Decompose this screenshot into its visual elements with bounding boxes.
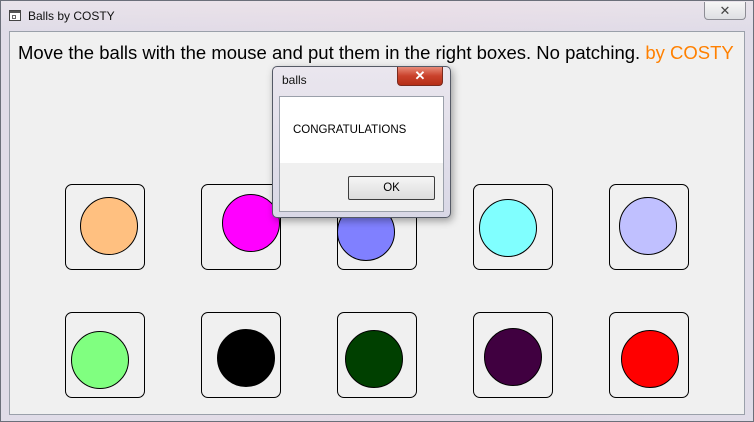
instructions-text: Move the balls with the mouse and put th…: [18, 42, 641, 63]
ball-lavender[interactable]: [619, 197, 677, 255]
dialog-message-area: CONGRATULATIONS: [280, 97, 443, 163]
window-close-button[interactable]: ✕: [704, 2, 746, 20]
ball-black[interactable]: [217, 329, 275, 387]
close-icon: ✕: [414, 68, 426, 83]
ball-cyan[interactable]: [479, 199, 537, 257]
dialog-title: balls: [282, 73, 307, 87]
app-window-icon: [9, 10, 21, 21]
author-credit: by COSTY: [645, 42, 734, 63]
dialog-message: CONGRATULATIONS: [293, 124, 407, 136]
ball-light-green[interactable]: [71, 331, 129, 389]
ball-orange[interactable]: [80, 197, 138, 255]
title-bar[interactable]: Balls by COSTY ✕: [1, 1, 753, 31]
ok-button[interactable]: OK: [348, 176, 435, 200]
dialog-body: CONGRATULATIONS OK: [279, 96, 444, 212]
ball-dark-purple[interactable]: [484, 328, 542, 386]
window-title: Balls by COSTY: [28, 9, 115, 23]
ball-dark-green[interactable]: [345, 330, 403, 388]
congratulations-dialog: balls ✕ CONGRATULATIONS OK: [272, 66, 451, 218]
ball-red[interactable]: [621, 330, 679, 388]
instructions: Move the balls with the mouse and put th…: [18, 42, 734, 64]
dialog-close-button[interactable]: ✕: [397, 67, 443, 86]
close-icon: ✕: [719, 3, 731, 18]
